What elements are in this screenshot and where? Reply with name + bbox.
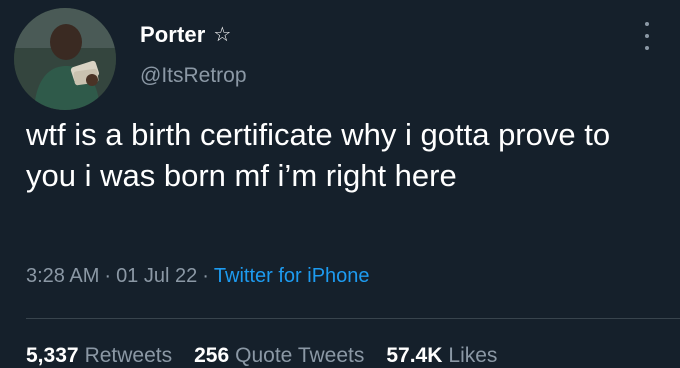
quote-tweets-label: Quote Tweets xyxy=(235,344,365,367)
divider xyxy=(26,318,680,319)
retweets-count: 5,337 xyxy=(26,344,79,367)
tweet-time[interactable]: 3:28 AM xyxy=(26,265,99,287)
likes-stat[interactable]: 57.4K Likes xyxy=(386,344,497,368)
tweet-text: wtf is a birth certificate why i gotta p… xyxy=(26,117,611,193)
tweet-card: Porter ☆ @ItsRetrop wtf is a birth certi… xyxy=(0,0,680,368)
tweet-stats: 5,337 Retweets 256 Quote Tweets 57.4K Likes xyxy=(26,344,519,368)
name-row: Porter ☆ xyxy=(140,22,231,48)
tweet-meta: 3:28 AM · 01 Jul 22 · Twitter for iPhone xyxy=(26,265,370,287)
star-outline-icon: ☆ xyxy=(213,24,232,46)
user-handle[interactable]: @ItsRetrop xyxy=(140,64,247,88)
quote-tweets-count: 256 xyxy=(194,344,230,367)
likes-count: 57.4K xyxy=(386,344,443,367)
tweet-date[interactable]: 01 Jul 22 xyxy=(116,265,197,287)
likes-label: Likes xyxy=(448,344,498,367)
retweets-label: Retweets xyxy=(84,344,173,367)
quote-tweets-stat[interactable]: 256 Quote Tweets xyxy=(194,344,364,368)
tweet-source-link[interactable]: Twitter for iPhone xyxy=(214,265,370,287)
more-options-icon[interactable] xyxy=(642,22,652,50)
avatar[interactable] xyxy=(14,8,116,110)
display-name[interactable]: Porter xyxy=(140,22,205,48)
retweets-stat[interactable]: 5,337 Retweets xyxy=(26,344,172,368)
avatar-image xyxy=(14,8,116,110)
